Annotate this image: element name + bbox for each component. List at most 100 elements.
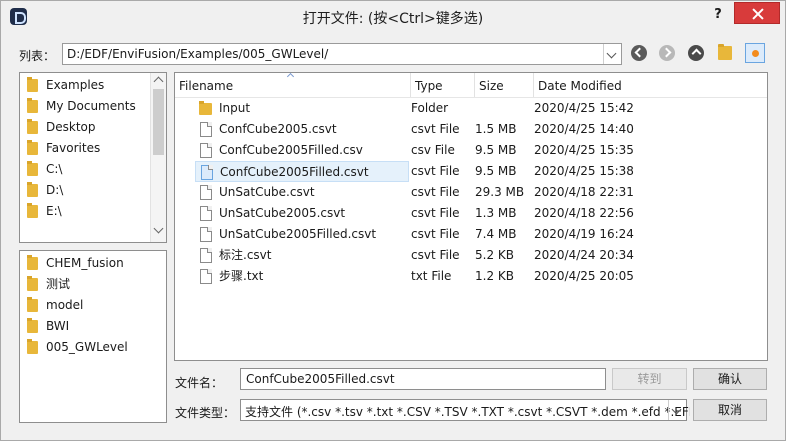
file-row-unsatcube2005filled-csvt[interactable]: UnSatCube2005Filled.csvt csvt File 7.4 M…	[175, 224, 767, 245]
file-icon	[200, 122, 212, 137]
file-row-annotation-csvt[interactable]: 标注.csvt csvt File 5.2 KB 2020/4/24 20:34	[175, 245, 767, 266]
filetype-label: 文件类型：	[175, 406, 236, 420]
file-row-unsatcube-csvt[interactable]: UnSatCube.csvt csvt File 29.3 MB 2020/4/…	[175, 182, 767, 203]
file-list-header: Filename Type Size Date Modified	[175, 72, 767, 98]
folder-icon	[27, 182, 38, 197]
folder-icon	[27, 77, 38, 92]
file-name: UnSatCube2005Filled.csvt	[219, 227, 377, 241]
file-icon	[200, 206, 212, 221]
file-icon	[201, 165, 213, 180]
file-date: 2020/4/18 22:56	[534, 206, 634, 220]
help-button[interactable]: ?	[705, 4, 731, 26]
forward-button[interactable]	[657, 43, 677, 63]
look-in-combobox[interactable]: D:/EDF/EnviFusion/Examples/005_GWLevel/	[62, 43, 622, 65]
arrow-left-icon	[631, 45, 647, 61]
file-name: 步骤.txt	[219, 269, 264, 283]
chevron-down-icon[interactable]	[668, 400, 686, 420]
file-icon	[200, 143, 212, 158]
file-date: 2020/4/25 15:42	[534, 101, 634, 115]
open-file-dialog: 打开文件: (按<Ctrl>键多选) ? 列表： D:/EDF/EnviFusi…	[0, 0, 786, 441]
file-name: UnSatCube2005.csvt	[219, 206, 346, 220]
column-header-size[interactable]: Size	[475, 73, 534, 97]
sidebar-scrollbar[interactable]	[150, 73, 166, 242]
column-header-date-modified[interactable]: Date Modified	[534, 73, 767, 97]
folder-icon	[27, 297, 38, 312]
sidebar-locations: Examples My Documents Desktop Favorites …	[19, 72, 167, 243]
file-row-confcube2005filled-csvt[interactable]: ConfCube2005Filled.csvt csvt File 9.5 MB…	[175, 161, 767, 182]
file-size: 5.2 KB	[475, 248, 514, 262]
folder-icon	[199, 101, 212, 115]
folder-icon	[27, 339, 38, 354]
file-date: 2020/4/25 15:38	[534, 164, 634, 178]
file-name: 标注.csvt	[219, 248, 272, 262]
folder-icon	[27, 203, 38, 218]
file-size: 9.5 MB	[475, 164, 517, 178]
file-type: csvt File	[411, 206, 460, 220]
folder-icon	[27, 119, 38, 134]
file-row-confcube2005-csvt[interactable]: ConfCube2005.csvt csvt File 1.5 MB 2020/…	[175, 119, 767, 140]
file-icon	[200, 227, 212, 242]
file-type: csvt File	[411, 185, 460, 199]
file-row-steps-txt[interactable]: 步骤.txt txt File 1.2 KB 2020/4/25 20:05	[175, 266, 767, 287]
file-list: Filename Type Size Date Modified Input F…	[174, 72, 768, 361]
file-icon	[200, 185, 212, 200]
file-size: 1.5 MB	[475, 122, 517, 136]
file-icon	[200, 269, 212, 284]
folder-icon	[27, 318, 38, 333]
file-date: 2020/4/25 14:40	[534, 122, 634, 136]
file-type: csvt File	[411, 248, 460, 262]
arrow-right-icon	[659, 45, 675, 61]
file-icon	[200, 248, 212, 263]
chevron-up-icon[interactable]	[153, 76, 164, 87]
file-row-unsatcube2005-csvt[interactable]: UnSatCube2005.csvt csvt File 1.3 MB 2020…	[175, 203, 767, 224]
file-type: csvt File	[411, 164, 460, 178]
cancel-button[interactable]: 取消	[693, 399, 767, 421]
file-row-input[interactable]: Input Folder 2020/4/25 15:42	[175, 98, 767, 119]
scrollbar-thumb[interactable]	[153, 89, 164, 155]
column-header-type[interactable]: Type	[411, 73, 475, 97]
ok-button[interactable]: 确认	[693, 368, 767, 390]
file-date: 2020/4/24 20:34	[534, 248, 634, 262]
folder-icon	[27, 140, 38, 155]
chevron-down-icon[interactable]	[153, 223, 164, 234]
filename-label: 文件名：	[175, 376, 224, 390]
file-name: ConfCube2005Filled.csvt	[220, 165, 369, 179]
parent-directory-button[interactable]	[686, 43, 706, 63]
file-type: Folder	[411, 101, 449, 115]
folder-icon	[27, 98, 38, 113]
file-name: ConfCube2005Filled.csv	[219, 143, 363, 157]
file-date: 2020/4/25 15:35	[534, 143, 634, 157]
file-size: 29.3 MB	[475, 185, 525, 199]
file-type: csv File	[411, 143, 455, 157]
file-date: 2020/4/25 20:05	[534, 269, 634, 283]
file-date: 2020/4/18 22:31	[534, 185, 634, 199]
title-bar: 打开文件: (按<Ctrl>键多选) ?	[1, 1, 785, 33]
folder-icon	[27, 276, 38, 291]
file-size: 9.5 MB	[475, 143, 517, 157]
file-type: txt File	[411, 269, 452, 283]
dialog-title: 打开文件: (按<Ctrl>键多选)	[302, 11, 484, 27]
column-header-filename[interactable]: Filename	[175, 72, 411, 97]
filetype-combobox[interactable]: 支持文件 (*.csv *.tsv *.txt *.CSV *.TSV *.TX…	[240, 399, 690, 421]
file-row-confcube2005filled-csv[interactable]: ConfCube2005Filled.csv csv File 9.5 MB 2…	[175, 140, 767, 161]
sidebar-recent-folders: CHEM_fusion 测试 model BWI 005_GWLevel	[19, 250, 167, 423]
detail-view-button[interactable]	[745, 43, 765, 63]
new-folder-button[interactable]	[715, 43, 735, 63]
look-in-path: D:/EDF/EnviFusion/Examples/005_GWLevel/	[67, 47, 329, 61]
folder-icon	[27, 161, 38, 176]
arrow-up-icon	[688, 45, 704, 61]
sort-ascending-icon	[286, 72, 295, 81]
file-size: 7.4 MB	[475, 227, 517, 241]
look-in-label: 列表：	[19, 49, 56, 63]
folder-icon	[27, 255, 38, 270]
filetype-value: 支持文件 (*.csv *.tsv *.txt *.CSV *.TSV *.TX…	[245, 405, 690, 419]
goto-button[interactable]: 转到	[612, 368, 687, 390]
file-type: csvt File	[411, 122, 460, 136]
file-name: Input	[219, 101, 251, 115]
chevron-down-icon[interactable]	[603, 44, 621, 64]
close-button[interactable]	[734, 2, 780, 24]
filename-input[interactable]	[240, 368, 606, 390]
file-size: 1.2 KB	[475, 269, 514, 283]
file-type: csvt File	[411, 227, 460, 241]
back-button[interactable]	[629, 43, 649, 63]
